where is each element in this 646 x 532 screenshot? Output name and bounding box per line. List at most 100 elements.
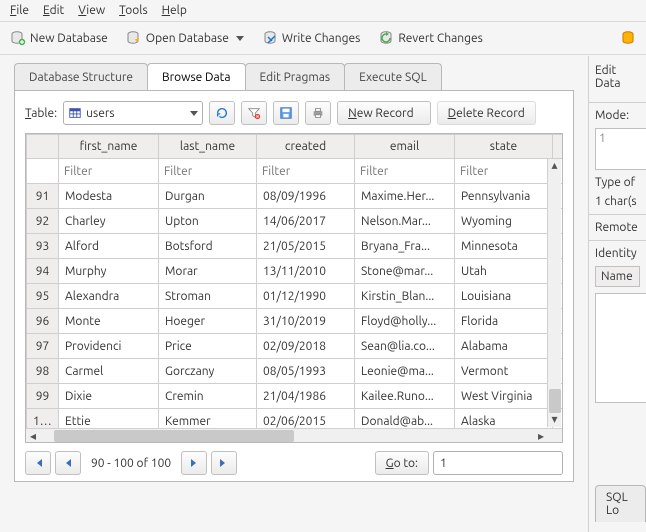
- cell-last_name[interactable]: Hoeger: [159, 309, 257, 334]
- scroll-left-icon[interactable]: ◂: [26, 429, 40, 443]
- cell-state[interactable]: Pennsylvania: [455, 184, 553, 209]
- cell-email[interactable]: Maxime.Her...: [355, 184, 455, 209]
- tab-database-structure[interactable]: Database Structure: [14, 63, 148, 90]
- cell-first_name[interactable]: Ettie: [59, 409, 159, 429]
- cell-last_name[interactable]: Stroman: [159, 284, 257, 309]
- menu-edit[interactable]: Edit: [43, 4, 64, 17]
- table-row[interactable]: 92CharleyUpton14/06/2017Nelson.Mar...Wyo…: [27, 209, 563, 234]
- table-row[interactable]: 96MonteHoeger31/10/2019Floyd@holly...Flo…: [27, 309, 563, 334]
- cell-state[interactable]: West Virginia: [455, 384, 553, 409]
- col-rownum[interactable]: [27, 135, 59, 159]
- cell-first_name[interactable]: Modesta: [59, 184, 159, 209]
- revert-changes-button[interactable]: Revert Changes: [378, 30, 483, 46]
- table-select[interactable]: users: [63, 101, 203, 125]
- filter-created[interactable]: [259, 162, 352, 181]
- identity-list[interactable]: [595, 293, 646, 403]
- next-page-button[interactable]: [181, 451, 207, 475]
- new-record-button[interactable]: New Record: [337, 101, 430, 125]
- cell-last_name[interactable]: Morar: [159, 259, 257, 284]
- row-number[interactable]: 100: [27, 409, 59, 429]
- last-page-button[interactable]: [211, 451, 237, 475]
- cell-email[interactable]: Nelson.Mar...: [355, 209, 455, 234]
- col-created[interactable]: created: [257, 135, 355, 159]
- table-row[interactable]: 99DixieCremin21/04/1986Kailee.Runo...Wes…: [27, 384, 563, 409]
- save-button[interactable]: [273, 101, 299, 125]
- first-page-button[interactable]: [25, 451, 51, 475]
- prev-page-button[interactable]: [55, 451, 81, 475]
- name-col-header[interactable]: Name: [595, 266, 640, 287]
- goto-button[interactable]: Go to:: [375, 451, 429, 475]
- cell-first_name[interactable]: Alford: [59, 234, 159, 259]
- write-changes-button[interactable]: Write Changes: [262, 30, 360, 46]
- cell-state[interactable]: Alabama: [455, 334, 553, 359]
- row-number[interactable]: 95: [27, 284, 59, 309]
- print-button[interactable]: [305, 101, 331, 125]
- row-number[interactable]: 92: [27, 209, 59, 234]
- cell-first_name[interactable]: Carmel: [59, 359, 159, 384]
- cell-state[interactable]: Vermont: [455, 359, 553, 384]
- row-number[interactable]: 93: [27, 234, 59, 259]
- tab-edit-pragmas[interactable]: Edit Pragmas: [245, 63, 346, 90]
- cell-created[interactable]: 08/05/1993: [257, 359, 355, 384]
- col-email[interactable]: email: [355, 135, 455, 159]
- scroll-thumb-h[interactable]: [54, 430, 294, 442]
- sql-log-tab[interactable]: SQL Lo: [595, 485, 646, 522]
- cell-last_name[interactable]: Price: [159, 334, 257, 359]
- open-database-button[interactable]: Open Database: [126, 30, 244, 46]
- cell-first_name[interactable]: Murphy: [59, 259, 159, 284]
- scroll-up-icon[interactable]: ▴: [548, 159, 561, 173]
- cell-email[interactable]: Kailee.Runo...: [355, 384, 455, 409]
- cell-created[interactable]: 13/11/2010: [257, 259, 355, 284]
- vertical-scrollbar[interactable]: ▴ ▾: [547, 159, 561, 427]
- row-number[interactable]: 99: [27, 384, 59, 409]
- cell-state[interactable]: Alaska: [455, 409, 553, 429]
- cell-last_name[interactable]: Botsford: [159, 234, 257, 259]
- menu-file[interactable]: File: [10, 4, 29, 17]
- scroll-thumb[interactable]: [549, 389, 561, 413]
- tab-browse-data[interactable]: Browse Data: [147, 63, 246, 90]
- cell-edit-box[interactable]: 1: [595, 128, 646, 170]
- filter-last_name[interactable]: [161, 162, 254, 181]
- row-number[interactable]: 91: [27, 184, 59, 209]
- cell-email[interactable]: Donald@ab...: [355, 409, 455, 429]
- scroll-right-icon[interactable]: ▸: [534, 429, 548, 443]
- cell-email[interactable]: Stone@mar...: [355, 259, 455, 284]
- cell-last_name[interactable]: Cremin: [159, 384, 257, 409]
- tab-execute-sql[interactable]: Execute SQL: [344, 63, 442, 90]
- cell-first_name[interactable]: Dixie: [59, 384, 159, 409]
- refresh-button[interactable]: [209, 101, 235, 125]
- col-first_name[interactable]: first_name: [59, 135, 159, 159]
- cell-created[interactable]: 01/12/1990: [257, 284, 355, 309]
- cell-email[interactable]: Floyd@holly...: [355, 309, 455, 334]
- col-state[interactable]: state: [455, 135, 553, 159]
- table-row[interactable]: 98CarmelGorczany08/05/1993Leonie@ma...Ve…: [27, 359, 563, 384]
- cell-state[interactable]: Florida: [455, 309, 553, 334]
- new-database-button[interactable]: New Database: [10, 30, 108, 46]
- cell-state[interactable]: Utah: [455, 259, 553, 284]
- cell-state[interactable]: Wyoming: [455, 209, 553, 234]
- table-row[interactable]: 93AlfordBotsford21/05/2015Bryana_Fra...M…: [27, 234, 563, 259]
- open-db-dropdown[interactable]: [236, 36, 244, 41]
- cell-first_name[interactable]: Charley: [59, 209, 159, 234]
- row-number[interactable]: 97: [27, 334, 59, 359]
- cell-state[interactable]: Louisiana: [455, 284, 553, 309]
- horizontal-scrollbar[interactable]: ◂ ▸: [26, 428, 562, 442]
- cell-email[interactable]: Bryana_Fra...: [355, 234, 455, 259]
- row-number[interactable]: 94: [27, 259, 59, 284]
- cell-email[interactable]: Leonie@ma...: [355, 359, 455, 384]
- cell-last_name[interactable]: Gorczany: [159, 359, 257, 384]
- filter-state[interactable]: [457, 162, 550, 181]
- cell-created[interactable]: 14/06/2017: [257, 209, 355, 234]
- filter-email[interactable]: [357, 162, 452, 181]
- cell-created[interactable]: 21/04/1986: [257, 384, 355, 409]
- col-last_name[interactable]: last_name: [159, 135, 257, 159]
- cell-last_name[interactable]: Durgan: [159, 184, 257, 209]
- cell-created[interactable]: 21/05/2015: [257, 234, 355, 259]
- cell-state[interactable]: Minnesota: [455, 234, 553, 259]
- cell-created[interactable]: 31/10/2019: [257, 309, 355, 334]
- cell-first_name[interactable]: Alexandra: [59, 284, 159, 309]
- extra-button-cut[interactable]: [620, 30, 636, 46]
- cell-last_name[interactable]: Upton: [159, 209, 257, 234]
- table-row[interactable]: 95AlexandraStroman01/12/1990Kirstin_Blan…: [27, 284, 563, 309]
- row-number[interactable]: 98: [27, 359, 59, 384]
